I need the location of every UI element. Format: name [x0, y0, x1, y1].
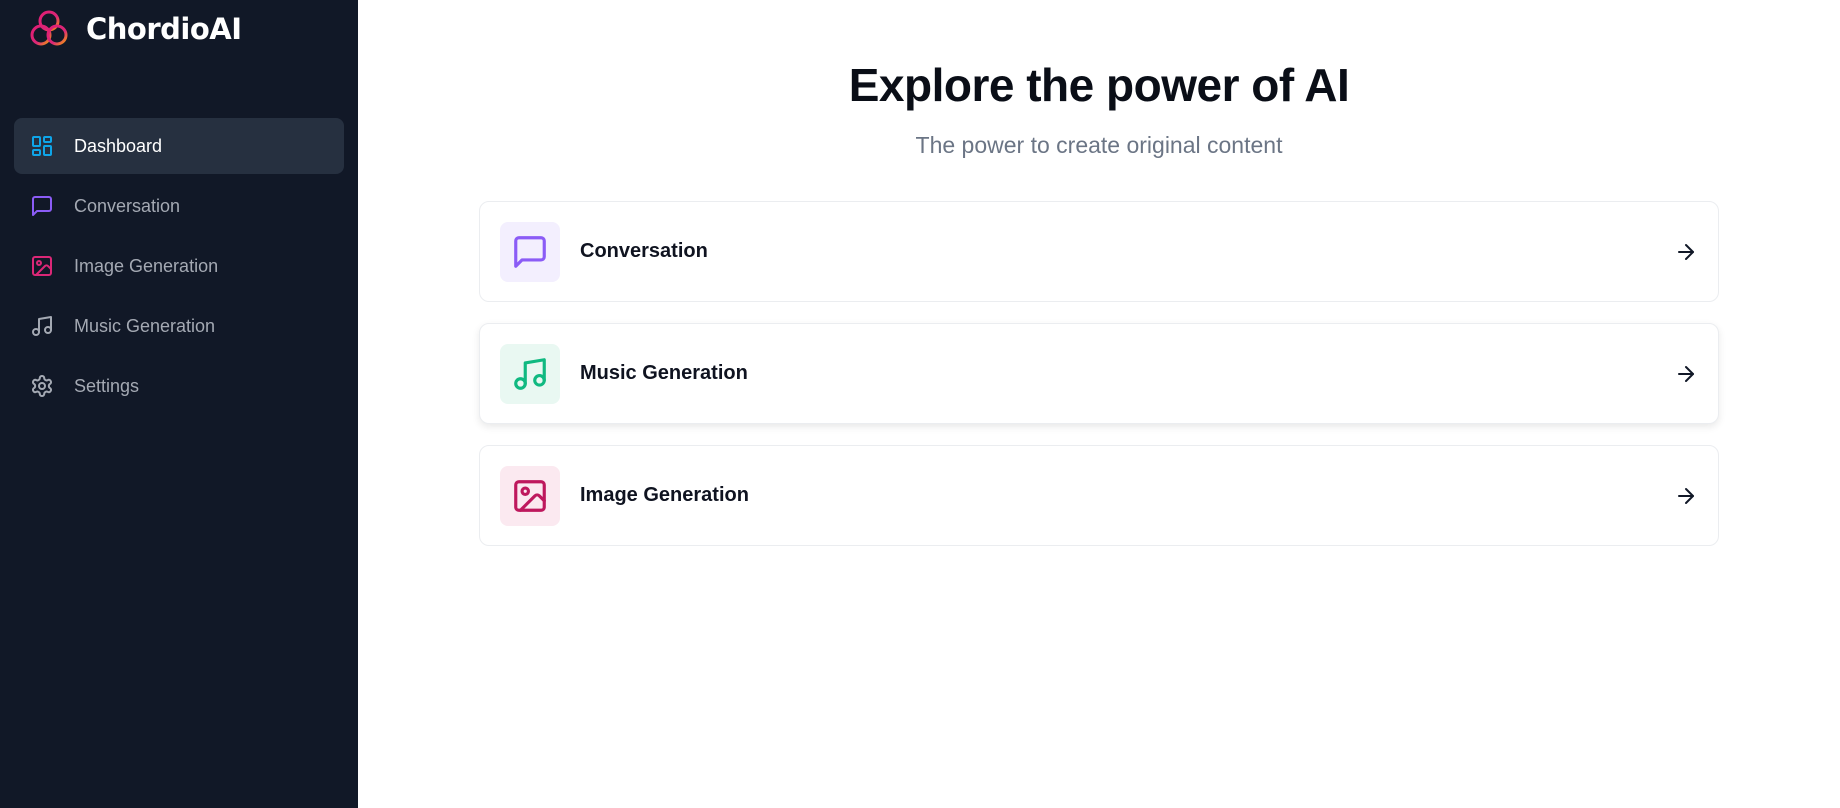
- brand[interactable]: ChordioAI: [14, 0, 344, 58]
- music-icon: [514, 357, 546, 390]
- main-content: Explore the power of AI The power to cre…: [358, 0, 1840, 808]
- arrow-right-icon: [1674, 362, 1698, 386]
- page-title: Explore the power of AI: [848, 59, 1350, 111]
- arrow-right-icon: [1674, 240, 1698, 264]
- sidebar-item-label: Dashboard: [74, 135, 163, 156]
- sidebar-nav: Dashboard Conversation Image Generation …: [14, 118, 344, 414]
- sidebar-item-conversation[interactable]: Conversation: [14, 178, 344, 234]
- tool-card-label: Conversation: [580, 240, 708, 262]
- sidebar-item-label: Music Generation: [74, 315, 216, 336]
- sidebar-item-image-generation[interactable]: Image Generation: [14, 238, 344, 294]
- tool-card-image-generation[interactable]: Image Generation: [479, 445, 1719, 546]
- tools-list: Conversation Music Generation Image Gene…: [479, 201, 1719, 546]
- chordio-logo-icon: [30, 10, 68, 46]
- tool-card-label: Image Generation: [580, 484, 749, 506]
- app-root: ChordioAI Dashboard Conversation Image G…: [0, 0, 1840, 808]
- dashboard-icon: [30, 134, 54, 158]
- gear-icon: [30, 374, 54, 398]
- sidebar-item-label: Image Generation: [74, 255, 219, 276]
- image-icon: [514, 479, 546, 512]
- sidebar-item-dashboard[interactable]: Dashboard: [14, 118, 344, 174]
- tool-card-icon-box: [500, 465, 560, 526]
- sidebar-item-settings[interactable]: Settings: [14, 358, 344, 414]
- music-icon: [30, 314, 54, 338]
- page-subtitle: The power to create original content: [915, 132, 1283, 158]
- tool-card-icon-box: [500, 343, 560, 404]
- sidebar-item-label: Settings: [74, 375, 140, 396]
- arrow-right-icon: [1674, 484, 1698, 508]
- sidebar-item-music-generation[interactable]: Music Generation: [14, 298, 344, 354]
- tool-card-icon-box: [500, 221, 560, 282]
- sidebar-item-label: Conversation: [74, 195, 181, 216]
- message-square-icon: [30, 194, 54, 218]
- tool-card-music-generation[interactable]: Music Generation: [479, 323, 1719, 424]
- brand-name: ChordioAI: [86, 12, 242, 46]
- tool-card-conversation[interactable]: Conversation: [479, 201, 1719, 302]
- image-icon: [30, 254, 54, 278]
- tool-card-label: Music Generation: [580, 362, 748, 384]
- message-square-icon: [514, 235, 546, 268]
- sidebar: ChordioAI Dashboard Conversation Image G…: [0, 0, 358, 808]
